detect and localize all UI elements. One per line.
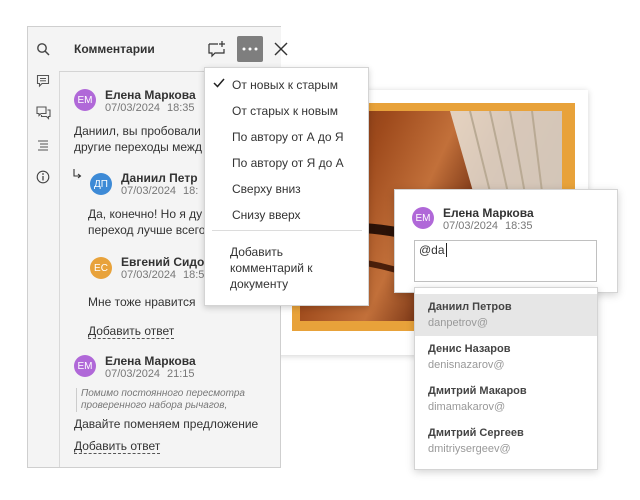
- mention-suggestions: Даниил Петров danpetrov@ Денис Назаров d…: [414, 287, 598, 470]
- mention-item[interactable]: Дмитрий Макаров dimamakarov@: [415, 378, 597, 420]
- reply-input[interactable]: @da: [414, 240, 597, 282]
- menu-item-line: документу: [230, 277, 289, 291]
- comment-time: 18:35: [505, 220, 533, 232]
- mention-item[interactable]: Даниил Петров danpetrov@: [415, 294, 597, 336]
- left-toolbar: [28, 27, 60, 467]
- avatar: ДП: [90, 173, 112, 195]
- comment-text: переход лучше всего: [88, 223, 206, 237]
- add-reply-link[interactable]: Добавить ответ: [74, 439, 161, 454]
- mention-item[interactable]: Денис Назаров denisnazarov@: [415, 336, 597, 378]
- comment-time: 18:: [183, 185, 199, 197]
- outline-icon[interactable]: [34, 136, 52, 154]
- comment-time: 21:15: [167, 368, 195, 380]
- avatar: ЕМ: [74, 355, 96, 377]
- avatar: ЕМ: [412, 207, 434, 229]
- panel-header: Комментарии: [59, 27, 288, 72]
- sort-option-oldest[interactable]: От старых к новым: [232, 104, 338, 118]
- mention-name: Денис Назаров: [428, 343, 511, 355]
- menu-divider: [212, 230, 362, 231]
- check-icon: [213, 78, 225, 88]
- comment-text: Да, конечно! Но я ду: [88, 207, 203, 221]
- comment-author: Елена Маркова: [105, 88, 196, 102]
- close-icon: [274, 42, 288, 56]
- comment-author: Даниил Петр: [121, 171, 198, 185]
- menu-item-line: комментарий к: [230, 261, 313, 275]
- info-icon[interactable]: [34, 168, 52, 186]
- comment-date: 07/03/2024: [121, 185, 177, 197]
- comment-text: Мне тоже нравится: [88, 295, 196, 309]
- add-reply-link[interactable]: Добавить ответ: [88, 324, 175, 339]
- comment-popup: ЕМ Елена Маркова 07/03/2024 18:35 @da: [394, 189, 618, 293]
- quote-line: Помимо постоянного пересмотра: [81, 388, 245, 399]
- mention-email: denisnazarov@: [428, 359, 505, 371]
- panel-title: Комментарии: [74, 42, 155, 56]
- mention-email: dmitriysergeev@: [428, 443, 511, 455]
- comment-text: Давайте поменяем предложение: [74, 417, 259, 431]
- mention-item[interactable]: Дмитрий Сергеев dmitriysergeev@: [415, 420, 597, 462]
- menu-item-line: Добавить: [230, 245, 284, 259]
- add-comment-icon: [208, 41, 225, 58]
- mention-email: danpetrov@: [428, 317, 489, 329]
- comment-time: 18:35: [167, 102, 195, 114]
- mention-name: Дмитрий Макаров: [428, 385, 527, 397]
- comment-author: Евгений Сидо: [121, 255, 205, 269]
- comment-author: Елена Маркова: [105, 354, 196, 368]
- comment-text: другие переходы межд: [74, 140, 202, 154]
- sort-option-author-za[interactable]: По автору от Я до А: [232, 156, 344, 170]
- comment-date: 07/03/2024: [105, 102, 161, 114]
- comment-time: 18:5: [183, 269, 205, 281]
- sort-option-newest[interactable]: От новых к старым: [232, 78, 338, 92]
- comment-date: 07/03/2024: [443, 220, 499, 232]
- quote-line: проверенного набора рычагов,: [81, 400, 228, 411]
- comment-date: 07/03/2024: [105, 368, 161, 380]
- add-document-comment-item[interactable]: Добавить комментарий к документу: [230, 244, 313, 292]
- new-comment-button[interactable]: [204, 36, 230, 62]
- sort-menu: От новых к старым От старых к новым По а…: [204, 67, 369, 306]
- more-dots-icon: [242, 47, 258, 51]
- sort-option-top-down[interactable]: Сверху вниз: [232, 182, 301, 196]
- close-button[interactable]: [268, 36, 294, 62]
- comment-icon[interactable]: [34, 72, 52, 90]
- reply-input-value: @da: [419, 243, 445, 257]
- mention-name: Дмитрий Сергеев: [428, 427, 524, 439]
- comment-text: Даниил, вы пробовали: [74, 124, 201, 138]
- more-options-button[interactable]: [237, 36, 263, 62]
- sort-option-bottom-up[interactable]: Снизу вверх: [232, 208, 301, 222]
- search-icon[interactable]: [34, 40, 52, 58]
- reply-arrow-icon: [73, 169, 82, 179]
- sort-option-author-az[interactable]: По автору от А до Я: [232, 130, 344, 144]
- comment-quote: Помимо постоянного пересмотра проверенно…: [76, 388, 271, 412]
- avatar: ЕМ: [74, 89, 96, 111]
- avatar: ЕС: [90, 257, 112, 279]
- mention-email: dimamakarov@: [428, 401, 506, 413]
- chat-icon[interactable]: [34, 104, 52, 122]
- mention-name: Даниил Петров: [428, 301, 512, 313]
- comment-author: Елена Маркова: [443, 206, 534, 220]
- comment-date: 07/03/2024: [121, 269, 177, 281]
